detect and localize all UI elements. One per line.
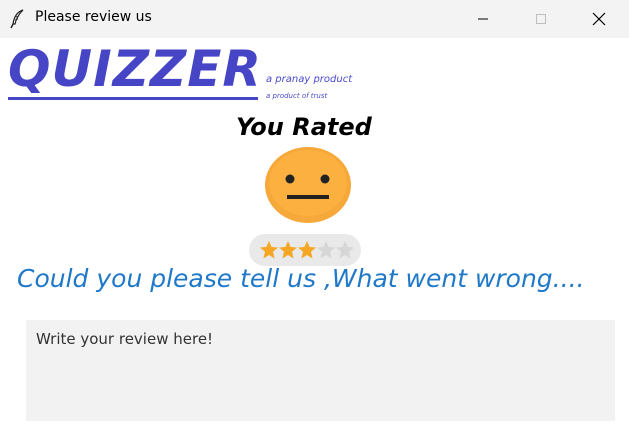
quizzer-logo: QUIZZER <box>8 40 262 98</box>
maximize-button[interactable] <box>518 0 564 38</box>
star-empty-icon <box>336 241 354 259</box>
feedback-question: Could you please tell us ,What went wron… <box>17 264 585 293</box>
brand-subtagline: a product of trust <box>266 92 328 100</box>
brand-tagline: a pranay product <box>266 74 353 85</box>
maximize-icon <box>536 14 546 24</box>
star-icon <box>298 241 316 259</box>
neutral-face-icon <box>263 146 353 224</box>
star-icon <box>279 241 297 259</box>
star-rating <box>249 234 361 266</box>
star-icon <box>260 241 278 259</box>
minimize-button[interactable] <box>460 0 506 38</box>
feather-icon <box>10 9 26 29</box>
review-input[interactable] <box>26 320 615 421</box>
star-empty-icon <box>317 241 335 259</box>
window-title: Please review us <box>35 9 152 25</box>
rated-heading: You Rated <box>236 113 372 141</box>
minimize-icon <box>478 18 488 20</box>
logo-underline <box>8 97 258 100</box>
close-icon <box>592 12 606 26</box>
title-bar: Please review us <box>0 0 629 38</box>
close-button[interactable] <box>576 0 622 38</box>
